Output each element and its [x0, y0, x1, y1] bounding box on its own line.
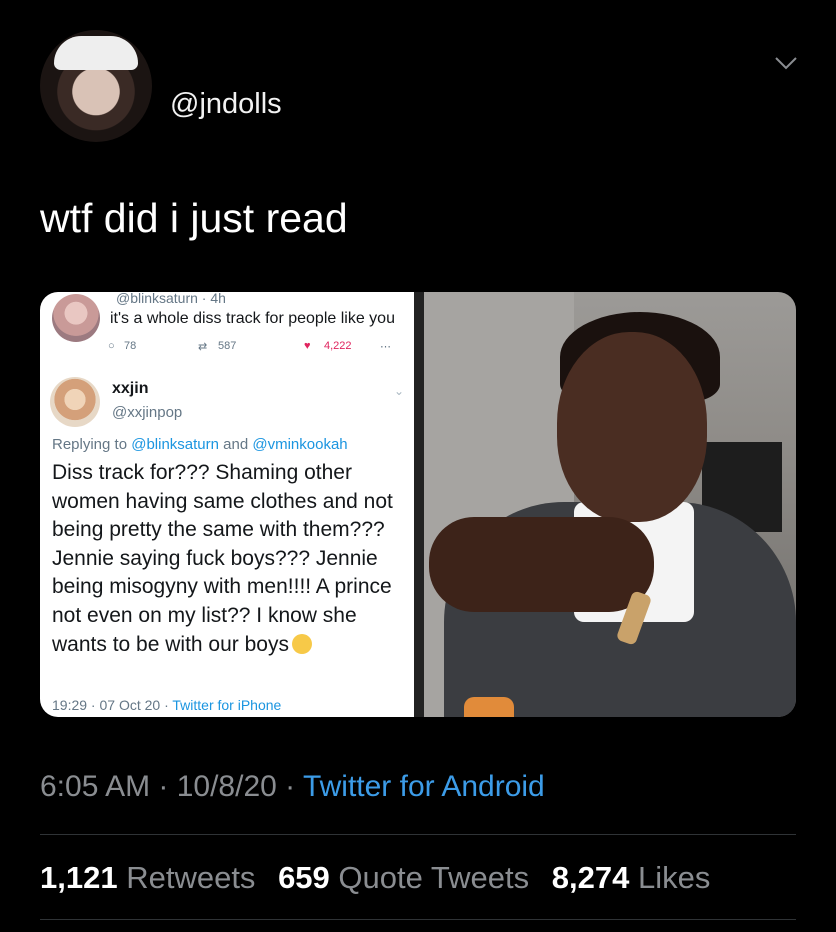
chevron-down-icon[interactable]	[773, 52, 799, 74]
reply-body: Diss track for??? Shaming other women ha…	[52, 461, 393, 656]
profile-avatar[interactable]	[40, 30, 152, 142]
parent-text: it's a whole diss track for people like …	[110, 310, 395, 327]
chevron-down-icon: ⌄	[394, 384, 405, 398]
quote-tweets-stat[interactable]: 659 Quote Tweets	[278, 860, 529, 895]
relieved-face-emoji	[291, 633, 312, 654]
retweet-icon: ⇄	[198, 341, 208, 353]
reply-avatar	[50, 377, 100, 427]
divider	[40, 834, 796, 835]
parent-avatar	[52, 294, 100, 342]
tweet-timestamp: 6:05 AM · 10/8/20 · Twitter for Android	[40, 770, 545, 803]
retweets-stat[interactable]: 1,121 Retweets	[40, 860, 255, 895]
tweet-media[interactable]: @blinksaturn · 4h it's a whole diss trac…	[40, 292, 796, 717]
replying-to: Replying to @blinksaturn and @vminkookah	[52, 436, 348, 453]
reply-handle: @xxjinpop	[112, 404, 183, 421]
like-count: 4,222	[324, 340, 352, 352]
source-link[interactable]: Twitter for Android	[303, 770, 545, 803]
tweet-text: wtf did i just read	[40, 195, 348, 241]
reply-name: xxjin	[112, 380, 149, 397]
retweet-count: 587	[218, 340, 237, 352]
tweet-stats: 1,121 Retweets 659 Quote Tweets 8,274 Li…	[40, 860, 724, 896]
embedded-tweet-screenshot[interactable]: @blinksaturn · 4h it's a whole diss trac…	[40, 292, 414, 717]
parent-handle-time: @blinksaturn · 4h	[116, 292, 226, 306]
reaction-photo[interactable]	[424, 292, 796, 717]
reply-icon: ○	[108, 340, 115, 352]
reply-meta: 19:29 · 07 Oct 20 · Twitter for iPhone	[52, 697, 282, 713]
user-handle[interactable]: @jndolls	[170, 88, 282, 121]
share-icon: ⋯	[380, 341, 391, 353]
reply-count: 78	[124, 340, 137, 352]
heart-icon: ♥	[304, 340, 311, 352]
likes-stat[interactable]: 8,274 Likes	[552, 860, 711, 895]
divider	[40, 919, 796, 920]
